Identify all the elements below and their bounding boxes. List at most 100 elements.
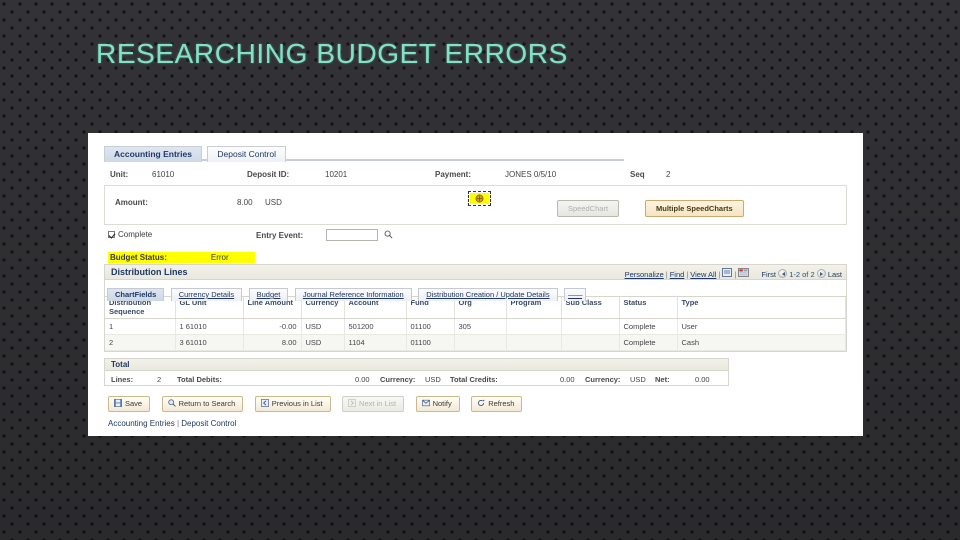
subtab-currency-details[interactable]: Currency Details xyxy=(170,287,243,301)
unit-value: 61010 xyxy=(152,170,175,179)
complete-checkbox[interactable] xyxy=(108,231,115,238)
table-row[interactable]: 1 1 61010 -0.00 USD 501200 01100 305 Com… xyxy=(105,318,846,336)
refresh-icon xyxy=(477,399,485,409)
unit-label: Unit: xyxy=(110,170,129,179)
currency2-value: USD xyxy=(630,375,646,385)
cell-program xyxy=(506,318,562,336)
previous-in-list-button[interactable]: Previous in List xyxy=(254,396,331,413)
cell-type: User xyxy=(677,318,846,336)
seq-label: Seq xyxy=(630,170,645,179)
lines-value: 2 xyxy=(157,375,162,385)
total-credits-value: 0.00 xyxy=(560,375,575,385)
cell-org xyxy=(454,334,507,352)
save-button-label: Save xyxy=(125,399,143,409)
total-credits-label: Total Credits: xyxy=(450,375,498,385)
cell-fund: 01100 xyxy=(406,334,455,352)
download-grid-icon[interactable] xyxy=(722,268,733,279)
total-panel: Total Lines: 2 Total Debits: 0.00 Curren… xyxy=(104,358,729,387)
lines-label: Lines: xyxy=(111,375,134,385)
next-icon xyxy=(348,399,356,409)
tab-accounting-entries[interactable]: Accounting Entries xyxy=(104,146,202,162)
budget-status-row: Budget Status: Error xyxy=(108,247,853,263)
col-type[interactable]: Type xyxy=(677,297,846,320)
cell-line-amount: -0.00 xyxy=(243,318,302,336)
footer-links: Accounting Entries | Deposit Control xyxy=(108,419,853,428)
highlighted-chartfield-icon[interactable] xyxy=(468,191,491,206)
return-to-search-button[interactable]: Return to Search xyxy=(161,396,244,413)
cell-sub-class xyxy=(561,334,620,352)
application-window: Accounting Entries Deposit Control Unit:… xyxy=(88,133,863,436)
spreadsheet-icon[interactable] xyxy=(738,268,750,279)
pager-next-icon[interactable] xyxy=(816,269,826,278)
speedchart-button[interactable]: SpeedChart xyxy=(557,200,620,217)
tab-deposit-control[interactable]: Deposit Control xyxy=(207,146,286,162)
controls-row: Complete Entry Event: xyxy=(108,229,853,245)
distribution-lines-title: Distribution Lines xyxy=(111,267,188,277)
budget-status-highlight: Budget Status: Error xyxy=(108,252,255,263)
currency1-label: Currency: xyxy=(380,375,416,385)
notify-button[interactable]: Notify xyxy=(415,396,460,413)
amount-value: 8.00 xyxy=(237,198,253,207)
footer-link-accounting-entries[interactable]: Accounting Entries xyxy=(108,419,175,428)
pager-prev-icon[interactable] xyxy=(778,269,788,278)
cell-gl-unit: 1 61010 xyxy=(175,318,244,336)
personalize-link[interactable]: Personalize xyxy=(625,270,664,279)
cell-seq: 2 xyxy=(105,334,176,352)
subtab-more[interactable]: —— xyxy=(564,287,587,301)
footer-link-separator: | xyxy=(176,419,180,429)
pager-first[interactable]: First xyxy=(761,270,776,279)
notify-icon xyxy=(421,399,430,409)
cell-line-amount: 8.00 xyxy=(243,334,302,352)
page-title: RESEARCHING BUDGET ERRORS xyxy=(96,38,568,69)
action-button-bar: Save Return to Search Previous in List N… xyxy=(108,393,853,413)
cell-fund: 01100 xyxy=(406,318,455,336)
distribution-lines-header: Distribution Lines Personalize | Find | View… xyxy=(105,265,846,280)
return-icon xyxy=(167,399,176,409)
subtab-budget[interactable]: Budget xyxy=(248,287,289,301)
amount-panel: Amount: 8.00 USD SpeedChart Multiple Spe… xyxy=(104,185,847,225)
save-button[interactable]: Save xyxy=(108,396,151,413)
previous-in-list-button-label: Previous in List xyxy=(271,399,323,409)
total-debits-value: 0.00 xyxy=(355,375,370,385)
net-label: Net: xyxy=(655,375,670,385)
cell-account: 1104 xyxy=(344,334,407,352)
deposit-id-value: 10201 xyxy=(325,170,348,179)
total-title: Total xyxy=(105,359,728,372)
subtab-chartfields[interactable]: ChartFields xyxy=(107,287,165,301)
subtab-distribution-creation-update-details[interactable]: Distribution Creation / Update Details xyxy=(418,287,558,301)
distribution-table: Distribution Sequence GL Unit Line Amoun… xyxy=(105,297,846,352)
multiple-speedcharts-button[interactable]: Multiple SpeedCharts xyxy=(645,200,744,217)
cell-org: 305 xyxy=(454,318,507,336)
subtab-journal-reference-information[interactable]: Journal Reference Information xyxy=(294,287,412,301)
cell-sub-class xyxy=(561,318,620,336)
total-body: Lines: 2 Total Debits: 0.00 Currency: US… xyxy=(105,371,728,386)
cell-account: 501200 xyxy=(344,318,407,336)
complete-label: Complete xyxy=(118,230,153,239)
deposit-id-label: Deposit ID: xyxy=(247,170,290,179)
header-field-row: Unit: 61010 Deposit ID: 10201 Payment: J… xyxy=(110,170,853,179)
col-status[interactable]: Status xyxy=(619,297,678,320)
refresh-button-label: Refresh xyxy=(488,399,515,409)
pager: First 1-2 of 2 Last xyxy=(761,269,842,279)
table-row[interactable]: 2 3 61010 8.00 USD 1104 01100 Complete C… xyxy=(105,334,846,352)
find-link[interactable]: Find xyxy=(670,270,685,279)
entry-event-label: Entry Event: xyxy=(256,231,304,240)
cell-type: Cash xyxy=(677,334,846,352)
view-all-link[interactable]: View All xyxy=(690,270,716,279)
seq-value: 2 xyxy=(666,170,671,179)
payment-value: JONES 0/5/10 xyxy=(505,170,557,179)
search-icon[interactable] xyxy=(384,230,393,241)
entry-event-input[interactable] xyxy=(326,229,378,241)
grid-toolbar: Personalize | Find | View All | | First 1-2 of… xyxy=(624,268,842,279)
previous-icon xyxy=(260,399,269,409)
cell-program xyxy=(506,334,562,352)
cell-currency: USD xyxy=(301,334,345,352)
budget-status-value[interactable]: Error xyxy=(211,253,229,262)
refresh-button[interactable]: Refresh xyxy=(471,396,523,413)
cell-status: Complete xyxy=(619,334,678,352)
footer-link-deposit-control[interactable]: Deposit Control xyxy=(181,419,236,428)
currency1-value: USD xyxy=(425,375,441,385)
cell-status: Complete xyxy=(619,318,678,336)
amount-currency: USD xyxy=(265,198,282,207)
pager-last[interactable]: Last xyxy=(828,270,842,279)
